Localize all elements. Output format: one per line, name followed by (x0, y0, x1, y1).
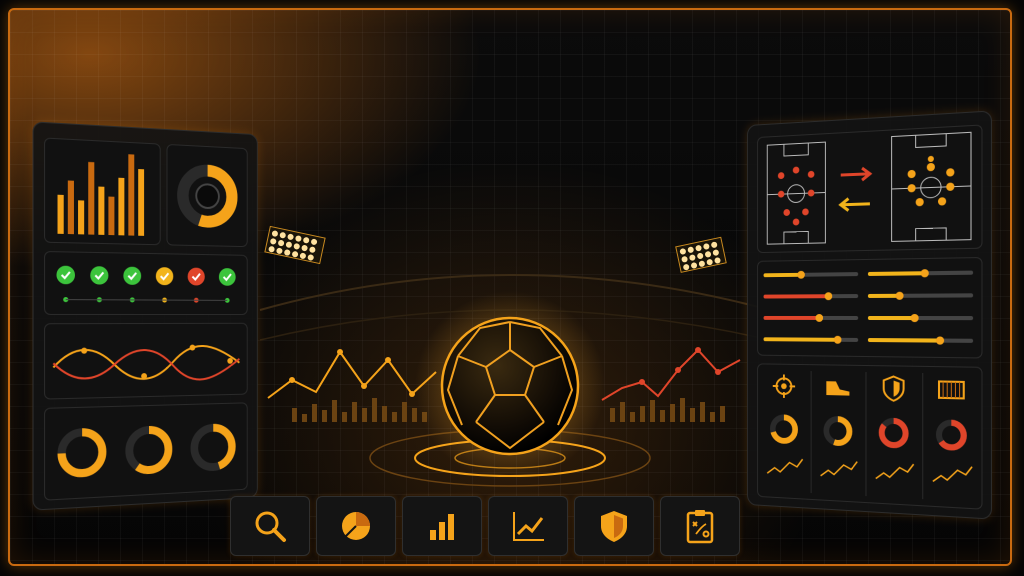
metric-sparkline (821, 460, 858, 478)
gauges (45, 403, 247, 499)
slider-handle[interactable] (833, 335, 842, 344)
tactics-board-button[interactable] (660, 496, 740, 556)
metric-sparkline (933, 465, 972, 483)
bar (57, 194, 64, 234)
bar (98, 186, 105, 235)
slider-handle[interactable] (910, 313, 919, 323)
boot-icon (826, 381, 850, 396)
slider-handle[interactable] (824, 292, 833, 301)
soccer-ball (440, 316, 580, 456)
shield-button[interactable] (574, 496, 654, 556)
metric-sparkline (876, 462, 914, 480)
background-line-left (267, 350, 437, 399)
slider-handle[interactable] (920, 269, 929, 278)
arrow-right-icon (841, 168, 870, 181)
floodlight-left (264, 225, 326, 265)
target-icon (773, 374, 795, 398)
pie-chart-icon (342, 512, 370, 540)
sliders-card (757, 257, 983, 359)
metric-sparkline (767, 458, 802, 475)
stat-sliders[interactable] (758, 258, 981, 357)
formation-card (757, 124, 983, 254)
bar-chart-card (44, 137, 161, 246)
wave-chart-card (44, 322, 248, 400)
check-red-icon (187, 267, 205, 286)
slider-handle[interactable] (935, 336, 945, 345)
check-green-icon (218, 268, 236, 286)
line-chart-icon (513, 512, 544, 541)
ring-chart (167, 145, 246, 246)
shield-icon (601, 511, 627, 542)
bar (118, 177, 125, 236)
arrow-left-icon (841, 198, 870, 211)
tactics-board-icon (686, 510, 714, 544)
check-yellow-icon (155, 267, 174, 286)
goal-icon (939, 381, 964, 398)
pie-chart-button[interactable] (316, 496, 396, 556)
slider-handle[interactable] (797, 270, 805, 279)
floodlight-right (675, 236, 727, 273)
background-chart-left (292, 398, 427, 422)
line-chart-button[interactable] (488, 496, 568, 556)
background-chart-right (610, 398, 725, 422)
check-green-icon (90, 266, 109, 285)
bar (67, 180, 74, 235)
status-checks (56, 265, 236, 303)
left-dashboard-panel (32, 121, 258, 511)
metric-columns (758, 364, 981, 508)
wave-chart (45, 324, 247, 399)
app-frame (8, 8, 1012, 566)
right-dashboard-panel (747, 110, 992, 520)
formation-comparison (758, 126, 981, 253)
metrics-card (757, 363, 983, 510)
bar (108, 196, 115, 236)
bar (137, 168, 144, 236)
gauges-card (44, 402, 248, 501)
search-icon (255, 511, 286, 542)
check-green-icon (56, 265, 75, 285)
bar (128, 154, 135, 236)
slider-handle[interactable] (815, 314, 824, 322)
check-green-icon (123, 266, 142, 285)
bar (88, 161, 95, 235)
slider-handle[interactable] (895, 291, 904, 300)
ring-chart-card (167, 143, 248, 248)
shield-icon (884, 376, 904, 401)
bar-chart-icon (430, 514, 454, 540)
bar-chart-button[interactable] (402, 496, 482, 556)
background-line-right (601, 348, 741, 401)
bar (78, 200, 85, 235)
search-button[interactable] (230, 496, 310, 556)
bar-chart (57, 154, 144, 236)
status-checks-card (44, 250, 248, 316)
